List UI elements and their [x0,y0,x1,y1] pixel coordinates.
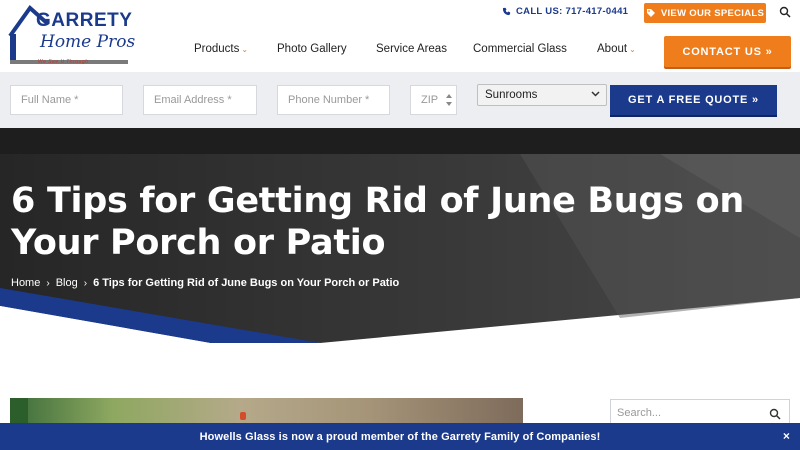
product-select[interactable]: Sunrooms [477,84,607,106]
zip-field[interactable]: ZIP [410,85,457,115]
nav-item-label: Products [194,43,240,55]
search-icon[interactable] [769,408,781,420]
nav-item-label: Photo Gallery [277,43,347,55]
logo-subtitle: Home Pros [40,32,136,52]
breadcrumb-current: 6 Tips for Getting Rid of June Bugs on Y… [93,277,400,289]
call-us-link[interactable]: CALL US: 717-417-0441 [502,6,628,17]
nav-item-label: Service Areas [376,43,447,55]
sidebar-search-placeholder: Search... [617,407,662,419]
nav-item-products[interactable]: Products ⌄ [194,43,248,55]
nav-item-label: About [597,43,628,55]
chevron-down-icon: ⌄ [629,45,636,54]
tag-icon [646,9,655,17]
logo[interactable]: GARRETY Home Pros We See It Through [8,4,138,68]
announcement-banner: Howells Glass is now a proud member of t… [0,423,800,450]
phone-icon [502,7,511,16]
page-title: 6 Tips for Getting Rid of June Bugs on Y… [11,181,744,263]
view-specials-button[interactable]: VIEW OUR SPECIALS [644,3,766,23]
nav-item-photo-gallery[interactable]: Photo Gallery [277,43,347,55]
search-icon[interactable] [779,6,791,18]
get-quote-button[interactable]: GET A FREE QUOTE » [610,85,777,115]
breadcrumb-home[interactable]: Home [11,277,40,289]
site-header: GARRETY Home Pros We See It Through CALL… [0,0,800,72]
close-icon[interactable]: × [783,429,790,443]
chevron-down-icon: ⌄ [241,45,249,54]
breadcrumb: Home › Blog › 6 Tips for Getting Rid of … [11,277,399,289]
chevron-down-icon [591,89,600,100]
stepper-icon[interactable] [446,93,452,107]
specials-label: VIEW OUR SPECIALS [660,7,765,19]
chevron-right-icon: › [46,277,50,289]
quote-form: Full Name * Email Address * Phone Number… [0,72,800,128]
announcement-text: Howells Glass is now a proud member of t… [199,430,601,443]
call-us-label: CALL US: 717-417-0441 [516,6,629,17]
zip-placeholder: ZIP [421,94,439,106]
product-select-value: Sunrooms [485,89,538,101]
bug-image-detail [240,412,246,420]
nav-item-commercial-glass[interactable]: Commercial Glass [473,43,567,55]
logo-tagline: We See It Through [38,59,89,65]
breadcrumb-blog[interactable]: Blog [56,277,78,289]
nav-item-about[interactable]: About ⌄ [597,43,636,55]
email-field[interactable]: Email Address * [143,85,257,115]
contact-us-button[interactable]: CONTACT US » [664,36,791,67]
chevron-right-icon: › [83,277,88,289]
hero-banner: 6 Tips for Getting Rid of June Bugs on Y… [0,128,800,360]
nav-item-label: Commercial Glass [473,43,567,55]
logo-name: GARRETY [36,10,133,31]
phone-field[interactable]: Phone Number * [277,85,390,115]
full-name-field[interactable]: Full Name * [10,85,123,115]
nav-item-service-areas[interactable]: Service Areas [376,43,447,55]
